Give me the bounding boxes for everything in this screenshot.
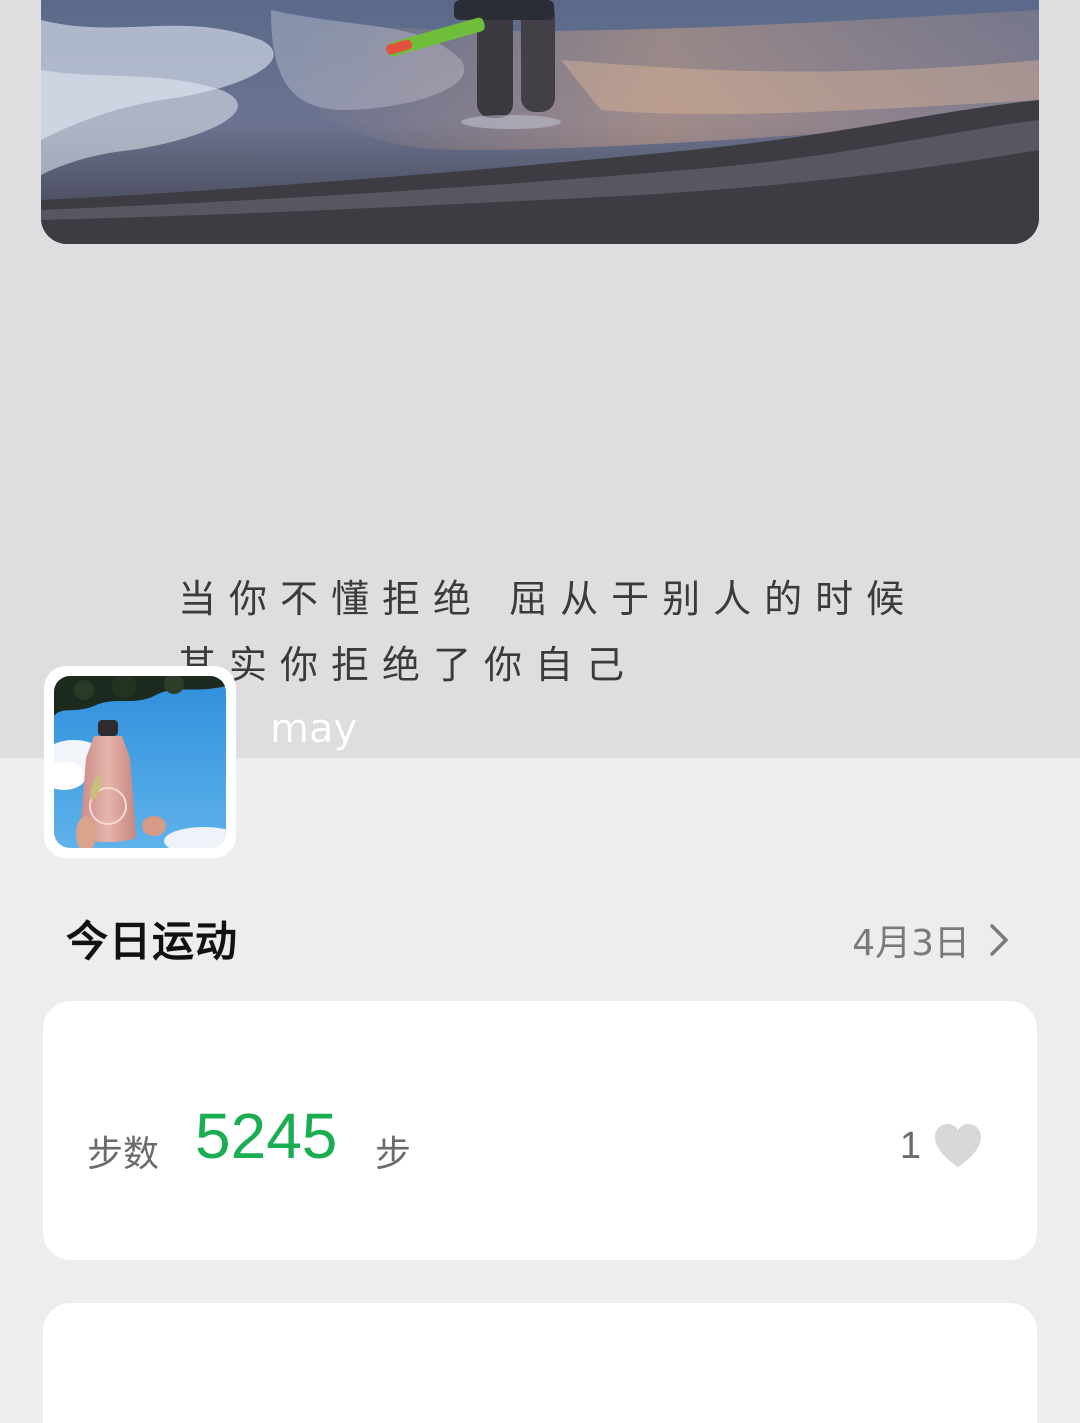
step-unit: 步 <box>375 1134 412 1175</box>
chevron-right-icon <box>990 924 1008 956</box>
today-exercise-title: 今日运动 <box>66 917 239 966</box>
like-count: 1 <box>899 1124 921 1167</box>
step-label: 步数 <box>87 1134 160 1175</box>
date-selector[interactable]: 4月3日 <box>852 914 1012 966</box>
date-label: 4月3日 <box>852 923 970 964</box>
cover-photo <box>41 0 1039 244</box>
step-count-card[interactable]: 步数 5245 步 1 <box>43 1001 1037 1260</box>
cover-area[interactable]: 当你不懂拒绝 屈从于别人的时候 其实你拒绝了你自己 may <box>0 0 1080 758</box>
avatar-image <box>54 676 226 848</box>
next-card[interactable] <box>43 1303 1037 1423</box>
nickname: may <box>270 706 358 752</box>
step-count-value: 5245 <box>195 1100 338 1172</box>
quote-line-2: 其实你拒绝了你自己 <box>178 643 638 687</box>
signature-quote: 当你不懂拒绝 屈从于别人的时候 其实你拒绝了你自己 <box>178 566 958 698</box>
heart-icon <box>935 1124 981 1167</box>
quote-line-1: 当你不懂拒绝 屈从于别人的时候 <box>178 577 918 621</box>
avatar[interactable] <box>44 666 236 858</box>
like-button[interactable]: 1 <box>900 1123 983 1169</box>
